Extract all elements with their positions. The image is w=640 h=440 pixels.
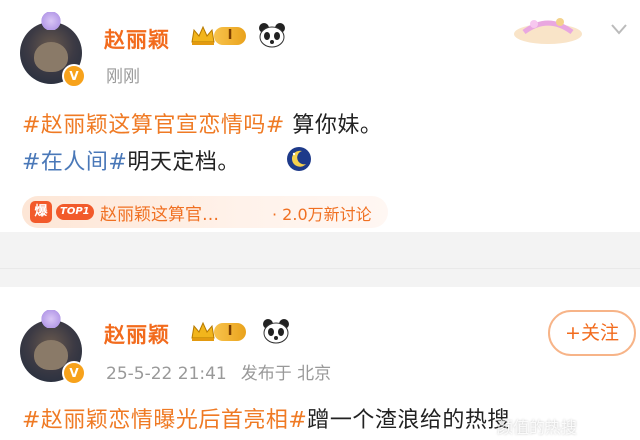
post-text-line-1: #赵丽颖恋情曝光后首亮相#蹭一个渣浪给的热搜 — [22, 402, 510, 434]
level-badge: I — [214, 323, 246, 341]
post-location: 发布于 北京 — [240, 364, 332, 384]
level-badge: I — [214, 27, 246, 45]
rank-badge: TOP1 — [56, 204, 94, 220]
post-text: 蹭一个渣浪给的热搜 — [307, 408, 510, 433]
watermark: 颜值的热搜 — [497, 418, 578, 437]
follow-button[interactable]: +关注 — [548, 310, 636, 356]
moon-icon — [287, 147, 311, 171]
topic-link[interactable]: #在人间# — [22, 150, 127, 175]
verified-badge-icon: V — [62, 64, 86, 88]
post-meta: 25-5-22 21:41 发布于 北京 — [106, 359, 331, 384]
post-text-line-1: #赵丽颖这算官宣恋情吗# 算你妹。 — [22, 107, 382, 139]
post-text: 算你妹。 — [284, 113, 383, 138]
divider — [0, 268, 640, 269]
crown-icon — [191, 321, 215, 341]
topic-link[interactable]: #赵丽颖恋情曝光后首亮相# — [22, 408, 307, 433]
crown-icon — [191, 25, 215, 45]
hot-discussion-count: · 2.0万新讨论 — [272, 205, 372, 224]
panda-icon — [259, 23, 285, 48]
avatar-face — [34, 42, 68, 72]
bow-decoration — [38, 310, 64, 328]
hot-topic-title: 赵丽颖这算官… — [100, 205, 219, 225]
chevron-down-icon[interactable] — [610, 22, 628, 36]
post-card-1: V 赵丽颖 I 刚刚 #赵丽颖这算官宣恋情吗# 算你妹。 #在人间#明天定档。 … — [0, 0, 640, 232]
hot-topic-bar[interactable]: 爆 TOP1 赵丽颖这算官… · 2.0万新讨论 — [22, 196, 388, 228]
panda-icon — [263, 319, 289, 344]
hot-icon: 爆 — [30, 201, 52, 223]
username[interactable]: 赵丽颖 — [104, 24, 170, 54]
bow-decoration — [38, 12, 64, 30]
post-text-line-2: #在人间#明天定档。 — [22, 144, 240, 176]
post-text: 明天定档。 — [127, 150, 240, 175]
verified-badge-icon: V — [62, 361, 86, 385]
decorative-sticker — [514, 18, 582, 44]
post-time: 刚刚 — [106, 67, 140, 87]
post-time: 25-5-22 21:41 — [106, 364, 227, 384]
username[interactable]: 赵丽颖 — [104, 319, 170, 349]
topic-link[interactable]: #赵丽颖这算官宣恋情吗# — [22, 113, 285, 138]
avatar-face — [34, 340, 68, 370]
